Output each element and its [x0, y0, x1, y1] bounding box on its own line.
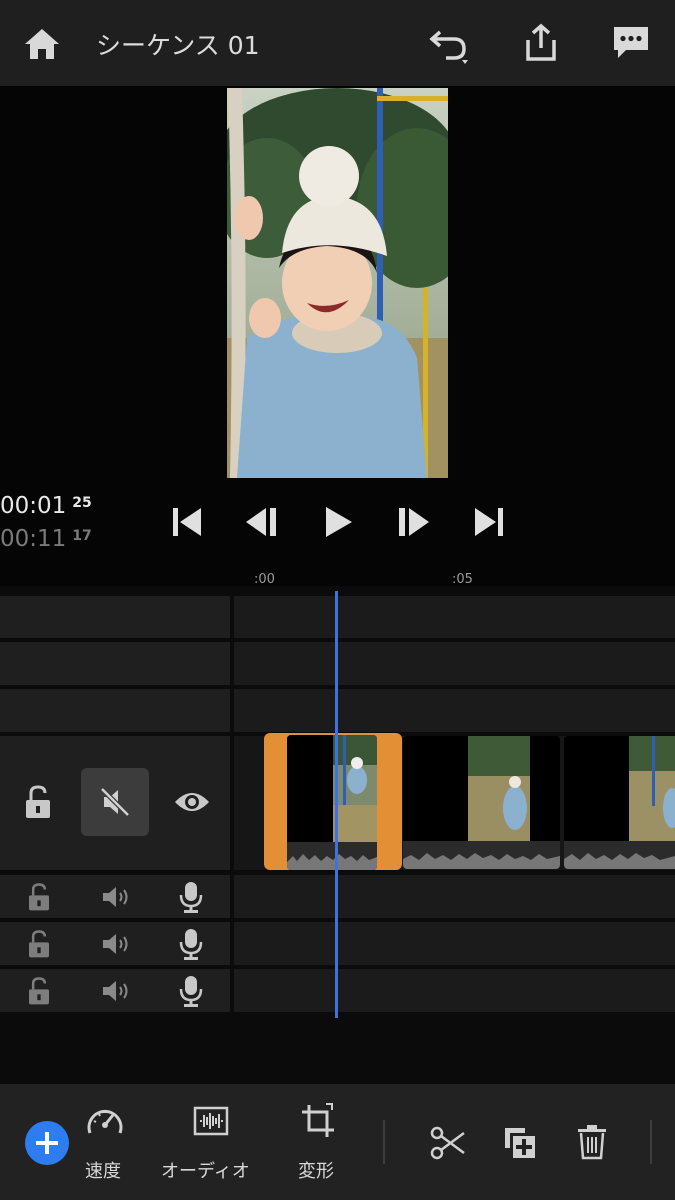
unlock-icon[interactable]	[23, 784, 53, 820]
audio-waveform-icon[interactable]	[193, 1106, 229, 1136]
track-lane-a3[interactable]	[234, 969, 675, 1012]
crop-icon[interactable]	[299, 1102, 337, 1140]
clip-1[interactable]	[287, 735, 377, 870]
microphone-icon[interactable]	[178, 927, 204, 961]
track-lane-a2[interactable]	[234, 922, 675, 965]
toolbar-divider	[383, 1120, 385, 1164]
speed-label[interactable]: 速度	[85, 1157, 121, 1183]
video-preview[interactable]	[227, 88, 448, 478]
track-lane-a1[interactable]	[234, 875, 675, 918]
home-icon[interactable]	[22, 24, 62, 64]
track-header-v2[interactable]	[0, 689, 230, 732]
track-header-v3[interactable]	[0, 642, 230, 685]
microphone-icon[interactable]	[178, 974, 204, 1008]
unlock-icon[interactable]	[26, 929, 52, 959]
play-icon[interactable]	[316, 500, 360, 544]
playhead[interactable]	[335, 591, 338, 1018]
video-frame-image	[227, 88, 448, 478]
share-icon[interactable]	[520, 22, 562, 64]
clip-2[interactable]	[403, 736, 560, 869]
speaker-icon[interactable]	[101, 884, 133, 910]
total-time: 00:11	[0, 526, 67, 552]
mute-icon	[100, 787, 130, 817]
comment-icon[interactable]	[610, 22, 652, 64]
visibility-icon[interactable]	[173, 788, 211, 816]
current-time: 00:01	[0, 493, 67, 519]
clip-3-audio-waveform	[564, 841, 675, 869]
total-frame: 17	[72, 528, 92, 544]
clip-3[interactable]	[564, 736, 675, 869]
top-bar: シーケンス 01	[0, 0, 675, 86]
add-icon	[36, 1132, 58, 1154]
scissors-icon[interactable]	[429, 1125, 467, 1161]
speaker-icon[interactable]	[101, 931, 133, 957]
step-back-icon[interactable]	[240, 500, 284, 544]
add-button[interactable]	[25, 1121, 69, 1165]
skip-to-end-icon[interactable]	[467, 500, 511, 544]
track-header-v4[interactable]	[0, 596, 230, 638]
clip-1-audio-waveform	[287, 842, 377, 870]
audio-label[interactable]: オーディオ	[161, 1157, 250, 1183]
clip-2-audio-waveform	[403, 841, 560, 869]
mute-toggle-button[interactable]	[81, 768, 149, 836]
speed-icon[interactable]	[85, 1103, 125, 1139]
speaker-icon[interactable]	[101, 978, 133, 1004]
track-lane-v4[interactable]	[234, 596, 675, 638]
track-lane-v2[interactable]	[234, 689, 675, 732]
current-frame: 25	[72, 495, 92, 511]
current-timecode: 00:01 25	[0, 493, 92, 519]
duplicate-icon[interactable]	[502, 1125, 538, 1161]
step-forward-icon[interactable]	[391, 500, 435, 544]
microphone-icon[interactable]	[178, 880, 204, 914]
transform-label[interactable]: 変形	[298, 1157, 334, 1183]
sequence-title[interactable]: シーケンス 01	[96, 26, 260, 62]
trash-icon[interactable]	[576, 1123, 608, 1161]
track-lane-v3[interactable]	[234, 642, 675, 685]
total-timecode: 00:11 17	[0, 526, 92, 552]
undo-icon[interactable]	[428, 22, 474, 68]
ruler-mark-5: :05	[452, 572, 473, 587]
unlock-icon[interactable]	[26, 882, 52, 912]
unlock-icon[interactable]	[26, 976, 52, 1006]
ruler-mark-0: :00	[254, 572, 275, 587]
skip-to-start-icon[interactable]	[165, 500, 209, 544]
toolbar-divider	[650, 1120, 652, 1164]
